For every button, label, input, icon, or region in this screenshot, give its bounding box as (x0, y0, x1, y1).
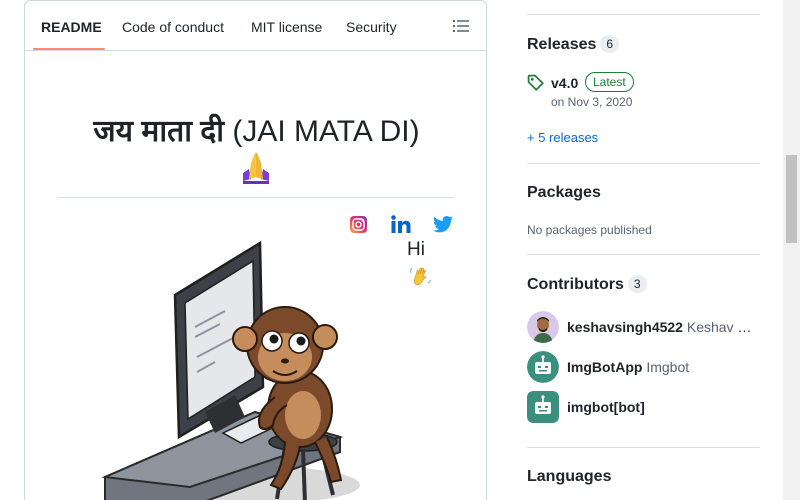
releases-count-badge: 6 (600, 35, 620, 53)
tab-code-of-conduct[interactable]: Code of conduct (122, 19, 224, 35)
tag-icon (527, 74, 544, 91)
contributor-name: Imgbot (646, 359, 690, 375)
scrollbar-track[interactable] (783, 0, 800, 500)
tab-security[interactable]: Security (346, 19, 397, 35)
contributor-login[interactable]: ImgBotApp (567, 359, 642, 375)
tab-readme[interactable]: README (41, 19, 102, 35)
contributors-heading[interactable]: Contributors 3 (527, 275, 647, 294)
avatar[interactable] (527, 351, 559, 383)
sidebar-divider (527, 447, 760, 448)
no-packages-text: No packages published (527, 223, 652, 237)
contributors-count-badge: 3 (627, 275, 647, 293)
sidebar-divider (527, 163, 760, 164)
greeting-text: Hi (407, 239, 425, 260)
releases-heading[interactable]: Releases 6 (527, 35, 620, 54)
active-tab-underline (33, 48, 105, 50)
avatar[interactable] (527, 391, 559, 423)
linkedin-icon[interactable] (391, 215, 411, 234)
contributor-login[interactable]: keshavsingh4522 (567, 319, 683, 335)
contributors-heading-label: Contributors (527, 276, 624, 293)
sidebar-divider (527, 14, 760, 15)
latest-release-link[interactable]: v4.0 (551, 75, 578, 91)
releases-heading-label: Releases (527, 36, 597, 53)
title-divider (57, 197, 454, 198)
readme-panel: README Code of conduct MIT license Secur… (24, 0, 487, 500)
waving-hand-emoji-icon (410, 267, 431, 286)
release-date: on Nov 3, 2020 (551, 95, 633, 109)
twitter-icon[interactable] (433, 216, 453, 233)
readme-title-latin: (JAI MATA DI) (232, 115, 420, 148)
contributor-row[interactable]: ImgBotApp Imgbot (527, 351, 767, 383)
instagram-icon[interactable] (350, 216, 367, 233)
contributor-name: Keshav Singh (686, 319, 759, 335)
more-releases-link[interactable]: + 5 releases (527, 130, 598, 145)
monkey-at-computer-illustration (101, 240, 360, 500)
folded-hands-emoji-icon (243, 153, 269, 184)
contributor-login[interactable]: imgbot[bot] (567, 399, 645, 415)
readme-title: जय माता दी (JAI MATA DI) (25, 109, 486, 150)
sidebar-divider (527, 254, 760, 255)
languages-heading[interactable]: Languages (527, 468, 611, 486)
readme-title-devanagari: जय माता दी (93, 115, 225, 148)
readme-tabs: README Code of conduct MIT license Secur… (25, 1, 486, 51)
packages-heading[interactable]: Packages (527, 184, 601, 202)
avatar[interactable] (527, 311, 559, 343)
contributor-row[interactable]: keshavsingh4522 Keshav Singh (527, 311, 767, 343)
latest-badge: Latest (585, 72, 634, 92)
scrollbar-thumb[interactable] (786, 155, 797, 243)
tab-mit-license[interactable]: MIT license (251, 19, 322, 35)
contributor-row[interactable]: imgbot[bot] (527, 391, 767, 423)
list-unordered-icon[interactable] (453, 19, 469, 33)
